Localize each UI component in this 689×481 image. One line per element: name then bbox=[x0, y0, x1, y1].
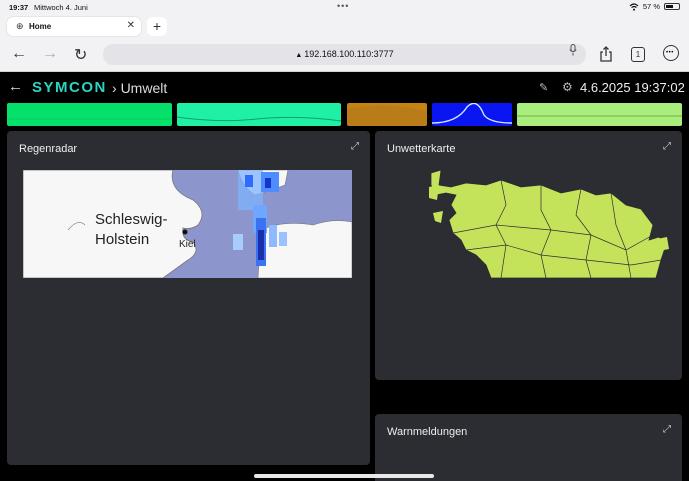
card-title: Warnmeldungen bbox=[387, 426, 468, 438]
status-bar: 19:37 Mittwoch 4. Juni ••• 57 % bbox=[0, 0, 689, 14]
symcon-header: ← SYMCON › Umwelt ✎ ⚙ 4.6.2025 19:37:02 bbox=[0, 72, 689, 102]
back-arrow-icon[interactable]: ← bbox=[11, 45, 27, 63]
expand-icon[interactable]: ⤢ bbox=[663, 141, 671, 152]
city-marker bbox=[182, 229, 188, 235]
battery-percent: 57 % bbox=[642, 2, 660, 11]
breadcrumb-separator: › bbox=[112, 80, 117, 96]
status-time: 19:37 bbox=[9, 3, 29, 12]
breadcrumb[interactable]: › Umwelt bbox=[112, 80, 167, 96]
breadcrumb-umwelt: Umwelt bbox=[120, 80, 168, 96]
symcon-logo[interactable]: SYMCON bbox=[32, 79, 107, 96]
city-label: Kiel bbox=[179, 239, 196, 250]
new-tab-button[interactable]: + bbox=[147, 17, 167, 36]
wifi-icon bbox=[629, 2, 639, 11]
tile-green[interactable] bbox=[7, 103, 172, 126]
tab-count-button[interactable]: 1 bbox=[631, 47, 645, 62]
url-bar[interactable]: ▲ 192.168.100.110:3777 bbox=[103, 44, 586, 65]
status-right: 57 % bbox=[629, 2, 680, 11]
tab-title: Home bbox=[29, 22, 52, 31]
globe-icon: ⊕ bbox=[16, 21, 24, 31]
microphone-icon[interactable] bbox=[569, 44, 577, 56]
expand-icon[interactable]: ⤢ bbox=[663, 424, 671, 435]
gear-icon[interactable]: ⚙ bbox=[562, 80, 573, 94]
tile-sparkline bbox=[7, 118, 172, 120]
rain-radar-map[interactable]: Schleswig- Holstein Kiel bbox=[23, 170, 352, 278]
tile-sparkline bbox=[177, 116, 341, 122]
map-label-line1: Schleswig- bbox=[95, 211, 168, 228]
tile-mint[interactable] bbox=[177, 103, 341, 126]
tile-sparkline bbox=[347, 105, 427, 126]
back-arrow-icon[interactable]: ← bbox=[8, 78, 23, 95]
warning-triangle-icon: ▲ bbox=[295, 52, 303, 59]
share-icon[interactable] bbox=[599, 46, 613, 62]
browser-nav-bar: ← → ↻ ▲ 192.168.100.110:3777 1 ••• bbox=[0, 39, 689, 72]
tile-blue[interactable] bbox=[432, 103, 512, 126]
tile-lime[interactable] bbox=[517, 103, 682, 126]
warnmeldungen-card: Warnmeldungen ⤢ bbox=[375, 414, 682, 481]
expand-icon[interactable]: ⤢ bbox=[351, 141, 359, 152]
map-label-line2: Holstein bbox=[95, 231, 149, 248]
tile-sparkline bbox=[432, 103, 512, 124]
browser-tab-bar: ⊕ Home ✕ + bbox=[0, 14, 689, 39]
weather-warning-map[interactable] bbox=[391, 165, 674, 280]
close-icon[interactable]: ✕ bbox=[127, 20, 135, 31]
status-date: Mittwoch 4. Juni bbox=[34, 3, 88, 12]
card-title: Unwetterkarte bbox=[387, 143, 456, 155]
forward-arrow-icon[interactable]: → bbox=[42, 45, 58, 63]
tile-orange[interactable] bbox=[347, 103, 427, 126]
home-indicator[interactable] bbox=[254, 474, 434, 478]
reload-icon[interactable]: ↻ bbox=[74, 45, 87, 65]
header-datetime: 4.6.2025 19:37:02 bbox=[580, 80, 685, 95]
multitasking-dots-icon[interactable]: ••• bbox=[337, 1, 349, 11]
edit-icon[interactable]: ✎ bbox=[539, 81, 548, 94]
tile-sparkline bbox=[517, 115, 682, 117]
url-text: 192.168.100.110:3777 bbox=[304, 49, 394, 59]
browser-tab-home[interactable]: ⊕ Home ✕ bbox=[7, 17, 141, 36]
battery-icon bbox=[664, 3, 680, 10]
more-menu-icon[interactable]: ••• bbox=[663, 45, 679, 61]
card-title: Regenradar bbox=[19, 143, 78, 155]
